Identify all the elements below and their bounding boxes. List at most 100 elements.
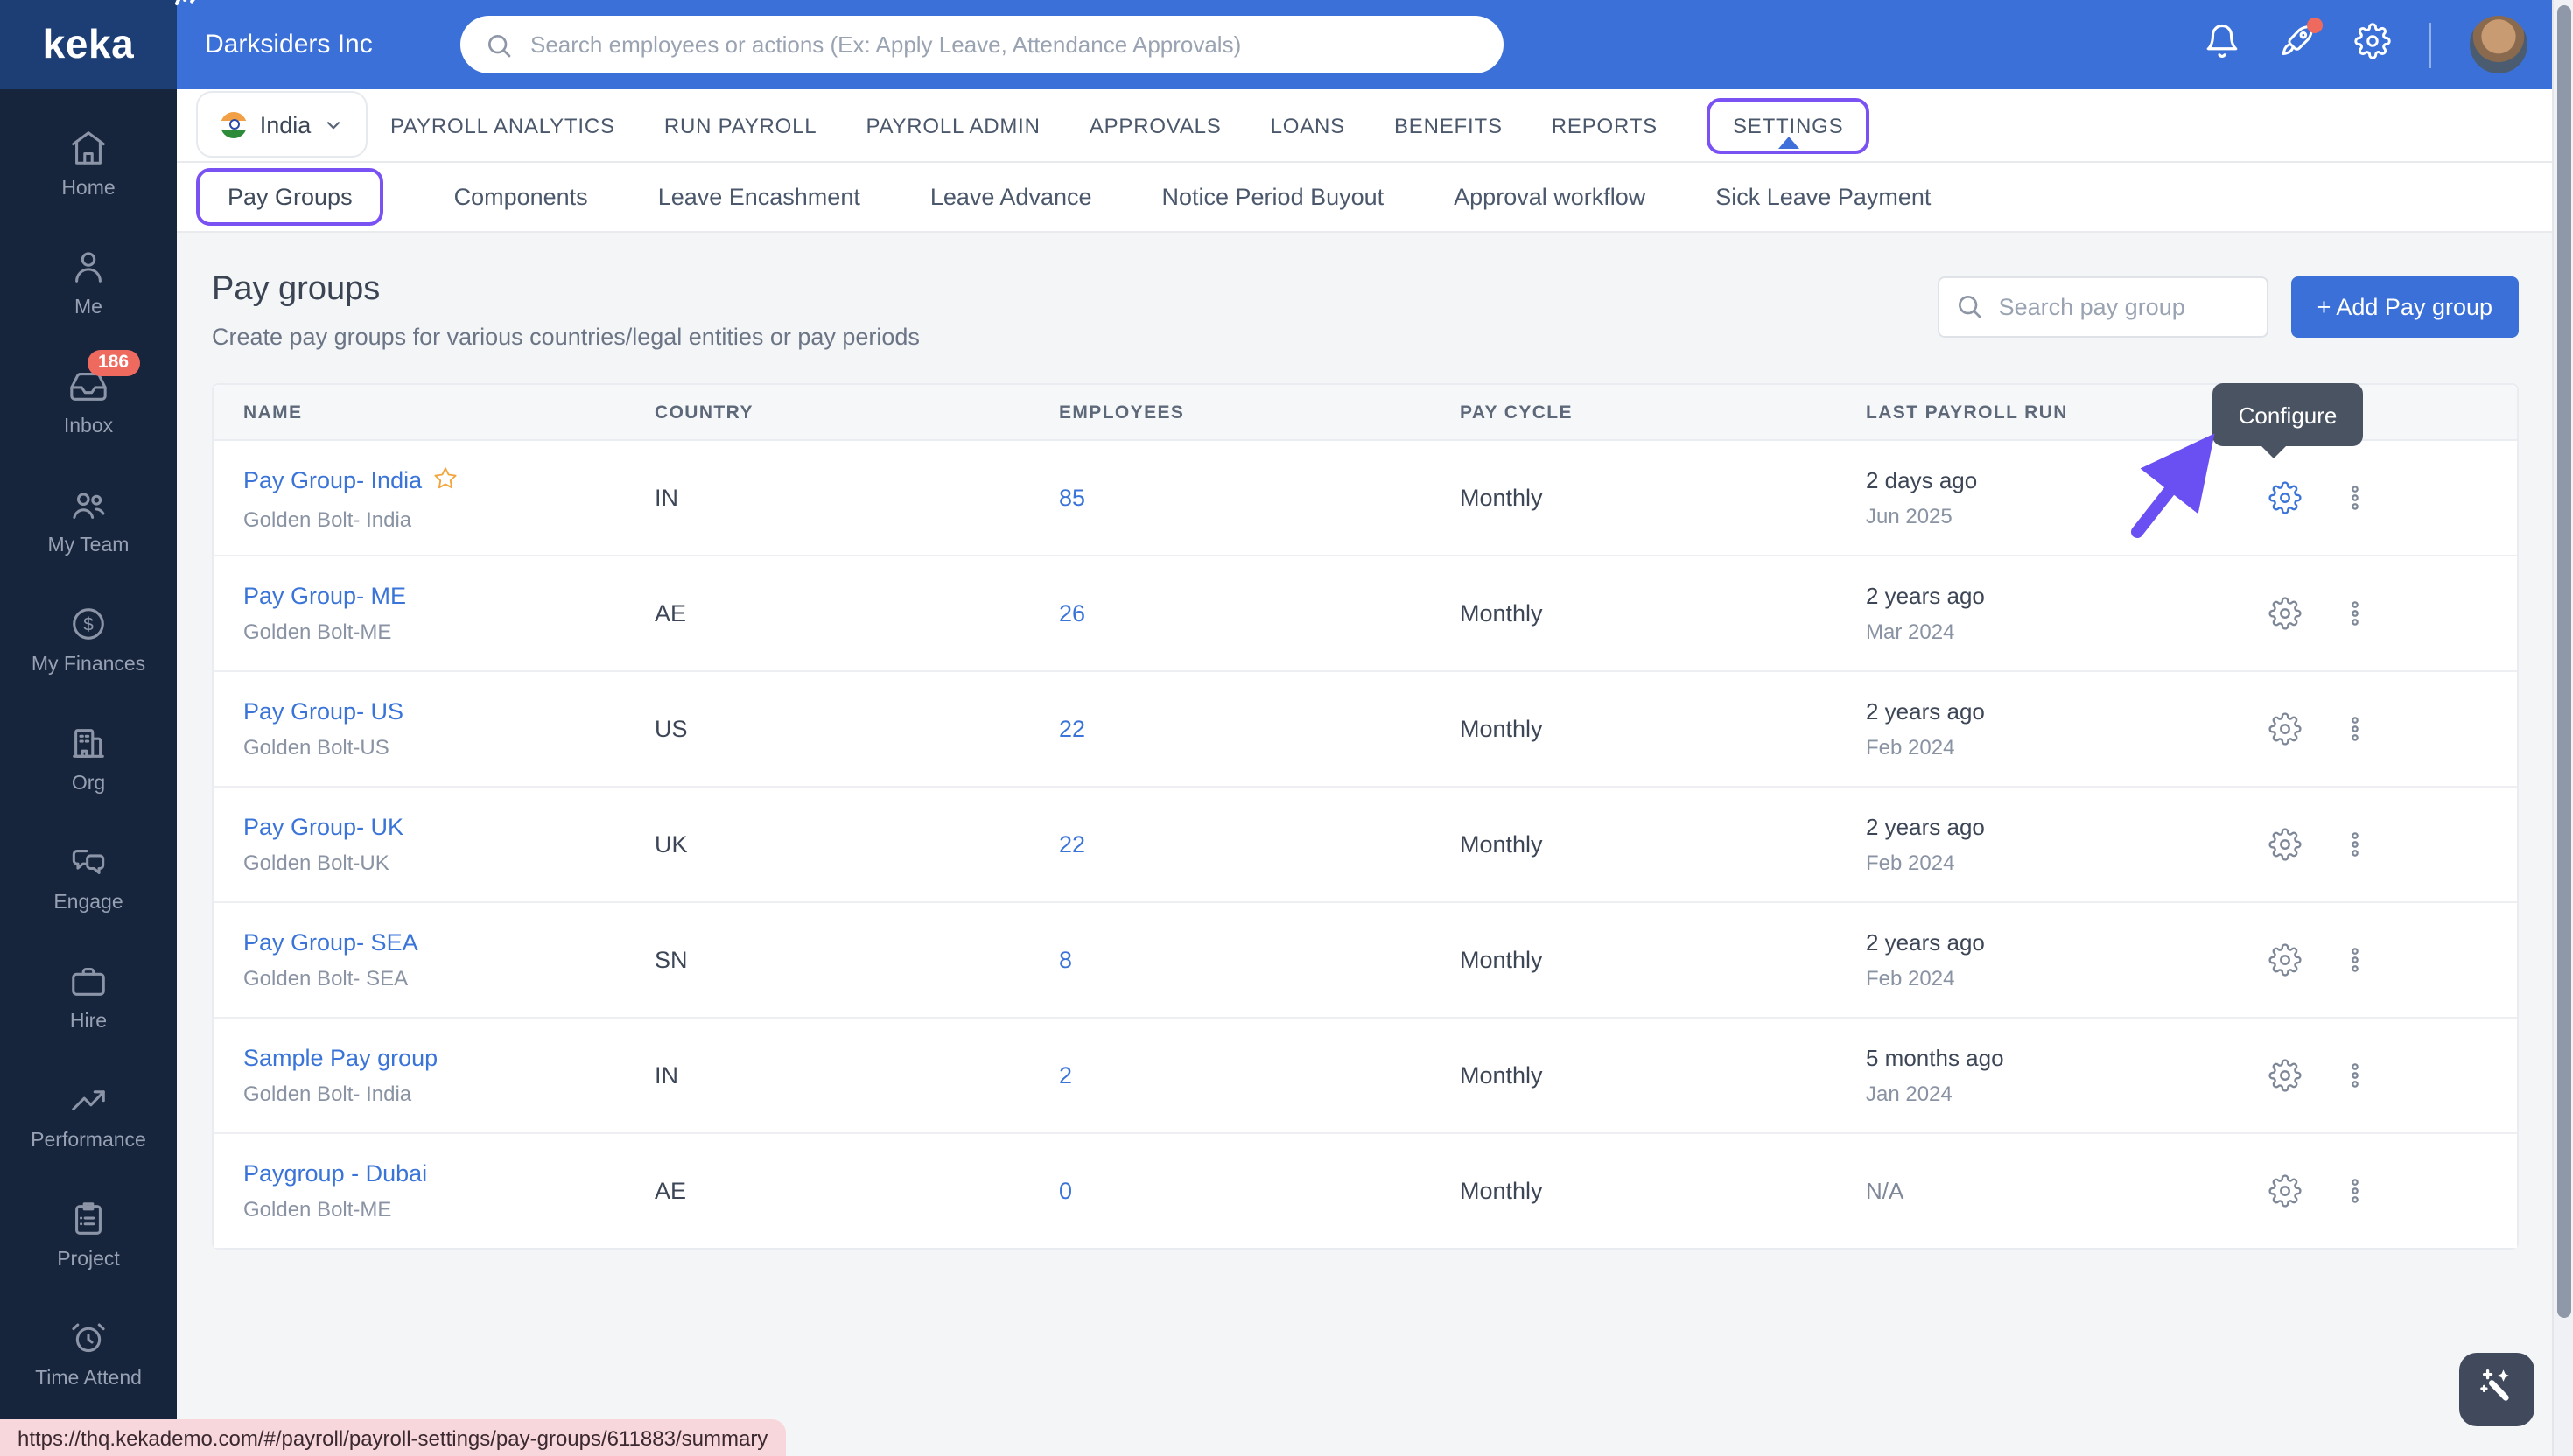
add-pay-group-button[interactable]: + Add Pay group	[2291, 276, 2519, 338]
sidebar-item-home[interactable]: Home	[0, 103, 177, 222]
configure-gear-icon[interactable]	[2261, 712, 2307, 746]
rocket-icon[interactable]	[2279, 22, 2316, 67]
table-row[interactable]: Pay Group- India Golden Bolt- India IN 8…	[214, 441, 2517, 556]
subnav-item-notice-period-buyout[interactable]: Notice Period Buyout	[1162, 183, 1385, 209]
scrollbar-thumb[interactable]	[2557, 5, 2571, 1318]
status-url: https://thq.kekademo.com/#/payroll/payro…	[18, 1425, 768, 1450]
tab-reports[interactable]: REPORTS	[1552, 99, 1658, 151]
table-row[interactable]: Paygroup - Dubai Golden Bolt-ME AE 0 Mon…	[214, 1134, 2517, 1248]
last-run-relative: 5 months ago	[1866, 1045, 2251, 1071]
finances-icon: $	[68, 603, 109, 643]
kebab-menu-icon[interactable]	[2331, 714, 2377, 744]
sidebar-item-engage[interactable]: Engage	[0, 817, 177, 936]
inbox-icon: 186	[68, 365, 109, 405]
employees-count-link[interactable]: 26	[1059, 600, 1085, 626]
pay-groups-table: NAMECOUNTRYEMPLOYEESPAY CYCLELAST PAYROL…	[212, 383, 2519, 1250]
table-row[interactable]: Pay Group- US Golden Bolt-US US 22 Month…	[214, 672, 2517, 788]
employees-count-link[interactable]: 8	[1059, 947, 1072, 973]
sidebar-item-performance[interactable]: Performance	[0, 1055, 177, 1174]
bell-icon[interactable]	[2204, 22, 2240, 67]
paygroup-search[interactable]	[1938, 276, 2268, 338]
last-run-relative: 2 years ago	[1866, 929, 2251, 956]
employees-count-link[interactable]: 0	[1059, 1178, 1072, 1204]
configure-gear-icon[interactable]	[2261, 828, 2307, 861]
last-run-relative: 2 days ago	[1866, 467, 2251, 494]
avatar[interactable]	[2470, 16, 2527, 74]
subnav-item-leave-advance[interactable]: Leave Advance	[930, 183, 1092, 209]
employees-count-link[interactable]: 85	[1059, 485, 1085, 511]
me-icon	[68, 246, 109, 286]
tab-label: PAYROLL ADMIN	[866, 113, 1040, 137]
sidebar-item-label: My Finances	[32, 654, 145, 675]
gear-icon[interactable]	[2354, 22, 2391, 67]
legal-entity: Golden Bolt- India	[243, 507, 655, 531]
column-header: NAME	[243, 402, 655, 423]
country-selector[interactable]: India	[196, 91, 368, 158]
subnav-item-leave-encashment[interactable]: Leave Encashment	[658, 183, 860, 209]
assistant-button[interactable]	[2459, 1353, 2534, 1426]
sidebar-item-my-team[interactable]: My Team	[0, 460, 177, 579]
paygroup-name-link[interactable]: Pay Group- UK	[243, 814, 403, 840]
tab-run-payroll[interactable]: RUN PAYROLL	[664, 99, 817, 151]
sidebar-item-my-finances[interactable]: $ My Finances	[0, 579, 177, 698]
kebab-menu-icon[interactable]	[2331, 598, 2377, 628]
global-search-input[interactable]	[527, 30, 1479, 60]
main-content: Pay groups Create pay groups for various…	[177, 231, 2552, 1456]
configure-gear-icon[interactable]	[2261, 597, 2307, 630]
sidebar-item-inbox[interactable]: 186 Inbox	[0, 341, 177, 460]
last-run-month: Feb 2024	[1866, 735, 2251, 760]
tab-loans[interactable]: LOANS	[1271, 99, 1345, 151]
employees-count-link[interactable]: 22	[1059, 831, 1085, 858]
paygroup-name-link[interactable]: Pay Group- ME	[243, 583, 406, 609]
configure-gear-icon[interactable]	[2261, 1059, 2307, 1092]
tab-payroll-admin[interactable]: PAYROLL ADMIN	[866, 99, 1040, 151]
paygroup-name-link[interactable]: Pay Group- India	[243, 467, 422, 494]
subnav-item-approval-workflow[interactable]: Approval workflow	[1454, 183, 1645, 209]
table-row[interactable]: Pay Group- ME Golden Bolt-ME AE 26 Month…	[214, 556, 2517, 672]
table-row[interactable]: Pay Group- UK Golden Bolt-UK UK 22 Month…	[214, 788, 2517, 903]
column-header: LAST PAYROLL RUN	[1866, 402, 2251, 423]
last-run-relative: 2 years ago	[1866, 583, 2251, 609]
kebab-menu-icon[interactable]	[2331, 1060, 2377, 1090]
hire-icon	[68, 960, 109, 1000]
pay-cycle: Monthly	[1460, 831, 1866, 858]
configure-gear-icon[interactable]	[2261, 481, 2307, 514]
table-row[interactable]: Sample Pay group Golden Bolt- India IN 2…	[214, 1018, 2517, 1134]
sidebar-item-org[interactable]: Org	[0, 698, 177, 817]
country-code: AE	[655, 600, 1059, 626]
scrollbar-track[interactable]	[2552, 0, 2573, 1456]
tab-settings[interactable]: SETTINGS	[1707, 97, 1869, 153]
configure-tooltip-label: Configure	[2239, 402, 2338, 428]
sidebar-item-hire[interactable]: Hire	[0, 936, 177, 1055]
configure-gear-icon[interactable]	[2261, 1174, 2307, 1208]
sidebar-item-project[interactable]: Project	[0, 1174, 177, 1293]
tab-approvals[interactable]: APPROVALS	[1090, 99, 1222, 151]
global-search[interactable]	[460, 16, 1504, 74]
configure-gear-icon[interactable]	[2261, 943, 2307, 976]
settings-subnav: Pay Groups Components Leave Encashment L…	[177, 161, 2552, 231]
sidebar-item-label: Inbox	[64, 416, 113, 437]
sidebar-item-time-attend[interactable]: Time Attend	[0, 1293, 177, 1412]
paygroup-name-link[interactable]: Paygroup - Dubai	[243, 1160, 427, 1186]
table-row[interactable]: Pay Group- SEA Golden Bolt- SEA SN 8 Mon…	[214, 903, 2517, 1018]
kebab-menu-icon[interactable]	[2331, 945, 2377, 975]
paygroup-search-input[interactable]	[1938, 276, 2268, 338]
search-icon	[1955, 292, 1983, 320]
paygroup-name-link[interactable]: Pay Group- SEA	[243, 929, 418, 956]
tab-payroll-analytics[interactable]: PAYROLL ANALYTICS	[390, 99, 615, 151]
sidebar-item-me[interactable]: Me	[0, 222, 177, 341]
keka-logo[interactable]: keka	[0, 0, 177, 89]
kebab-menu-icon[interactable]	[2331, 1176, 2377, 1206]
subnav-item-components[interactable]: Components	[454, 183, 588, 209]
paygroup-name-link[interactable]: Pay Group- US	[243, 698, 403, 724]
subnav-item-sick-leave-payment[interactable]: Sick Leave Payment	[1715, 183, 1931, 209]
employees-count-link[interactable]: 2	[1059, 1062, 1072, 1088]
paygroup-name-link[interactable]: Sample Pay group	[243, 1045, 438, 1071]
legal-entity: Golden Bolt-ME	[243, 1197, 655, 1222]
subnav-item-pay-groups[interactable]: Pay Groups	[196, 167, 384, 225]
kebab-menu-icon[interactable]	[2331, 830, 2377, 859]
tab-label: PAYROLL ANALYTICS	[390, 113, 615, 137]
kebab-menu-icon[interactable]	[2331, 483, 2377, 513]
tab-benefits[interactable]: BENEFITS	[1394, 99, 1503, 151]
employees-count-link[interactable]: 22	[1059, 716, 1085, 742]
